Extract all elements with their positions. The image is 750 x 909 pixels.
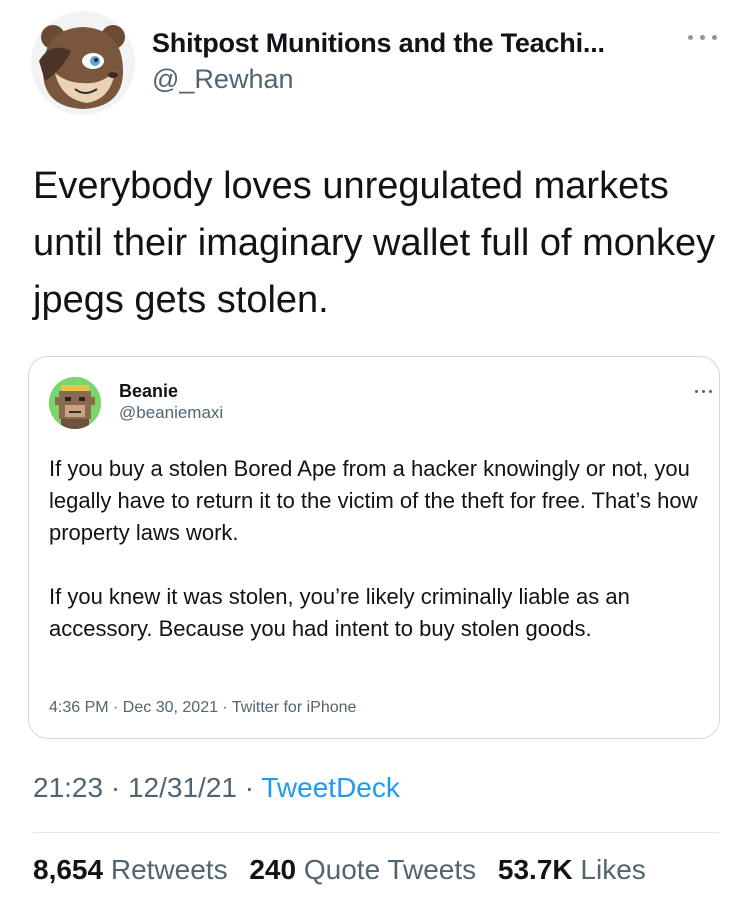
tweet-time[interactable]: 21:23	[33, 772, 103, 803]
retweets-label: Retweets	[110, 854, 228, 885]
meta-separator: ·	[244, 772, 255, 803]
quoted-author-handle[interactable]: @beaniemaxi	[119, 403, 223, 423]
quoted-author-name[interactable]: Beanie	[119, 381, 178, 402]
quoted-tweet-card[interactable]: Beanie @beaniemaxi If you buy a stolen B…	[28, 356, 720, 739]
author-display-name[interactable]: Shitpost Munitions and the Teachi...	[152, 28, 605, 59]
retweets-stat[interactable]: 8,654 Retweets	[33, 854, 228, 886]
quote-tweets-count: 240	[249, 854, 297, 885]
cartoon-bear-avatar-icon	[31, 11, 135, 115]
tweet-source-link[interactable]: TweetDeck	[261, 772, 400, 803]
quote-tweets-stat[interactable]: 240 Quote Tweets	[249, 854, 476, 886]
likes-label: Likes	[580, 854, 646, 885]
tweet-meta: 21:23 · 12/31/21 · TweetDeck	[33, 772, 400, 804]
quoted-more-options-icon[interactable]	[693, 385, 717, 399]
divider	[33, 832, 719, 833]
quoted-tweet-paragraph-1: If you buy a stolen Bored Ape from a hac…	[49, 456, 698, 545]
retweets-count: 8,654	[33, 854, 104, 885]
more-options-icon[interactable]	[686, 28, 720, 48]
author-avatar[interactable]	[31, 11, 135, 115]
likes-count: 53.7K	[497, 854, 573, 885]
engagement-stats: 8,654 Retweets 240 Quote Tweets 53.7K Li…	[33, 854, 660, 886]
pixel-ape-avatar-icon	[49, 377, 101, 429]
quoted-author-avatar[interactable]	[49, 377, 101, 429]
likes-stat[interactable]: 53.7K Likes	[498, 854, 646, 886]
quoted-tweet-meta: 4:36 PM · Dec 30, 2021 · Twitter for iPh…	[49, 699, 357, 716]
author-handle[interactable]: @_Rewhan	[152, 64, 294, 95]
quoted-tweet-paragraph-2: If you knew it was stolen, you’re likely…	[49, 584, 630, 641]
tweet-date[interactable]: 12/31/21	[128, 772, 237, 803]
meta-separator: ·	[110, 772, 121, 803]
tweet-text: Everybody loves unregulated markets unti…	[33, 165, 716, 321]
quote-tweets-label: Quote Tweets	[303, 854, 477, 885]
